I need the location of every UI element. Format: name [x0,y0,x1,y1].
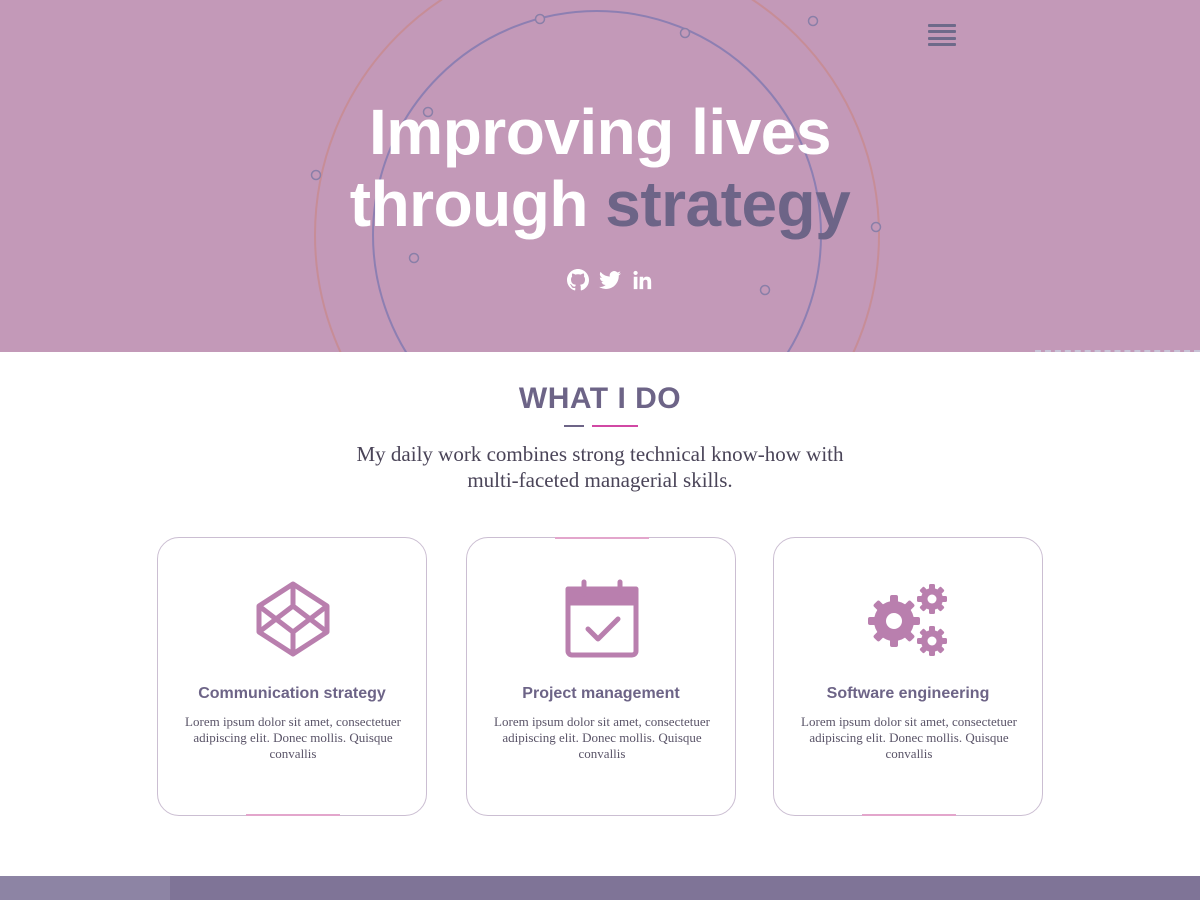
codepen-cube-icon [243,578,343,660]
section-subtitle: My daily work combines strong technical … [356,442,844,492]
card-title: Project management [522,685,680,702]
linkedin-icon[interactable] [631,269,653,291]
service-card: Software engineering Lorem ipsum dolor s… [773,537,1043,816]
hero-title-accent: strategy [605,168,851,240]
social-links [560,266,660,294]
title-underline [564,425,638,427]
card-accent [555,537,649,539]
service-card: Project management Lorem ipsum dolor sit… [466,537,736,816]
twitter-icon[interactable] [599,269,621,291]
hero-title-line1: Improving lives [369,96,831,168]
hamburger-menu-icon[interactable] [928,24,956,46]
card-text: Lorem ipsum dolor sit amet, consectetuer… [801,714,1017,761]
footer-pattern [0,876,170,900]
hero-title: Improving lives through strategy [0,96,1200,240]
card-accent [246,814,340,816]
card-text: Lorem ipsum dolor sit amet, consectetuer… [185,714,401,761]
footer-strip [0,876,1200,900]
section-divider [1035,350,1200,352]
card-title: Software engineering [826,685,990,702]
hero-title-line2: through [349,168,606,240]
service-card: Communication strategy Lorem ipsum dolor… [157,537,427,816]
card-title: Communication strategy [198,685,386,702]
section-title: WHAT I DO [518,382,682,415]
github-icon[interactable] [567,269,589,291]
calendar-check-icon [552,578,652,660]
hero-section: Improving lives through strategy [0,0,1200,352]
gears-icon [859,578,959,660]
card-text: Lorem ipsum dolor sit amet, consectetuer… [494,714,710,761]
card-accent [862,814,956,816]
